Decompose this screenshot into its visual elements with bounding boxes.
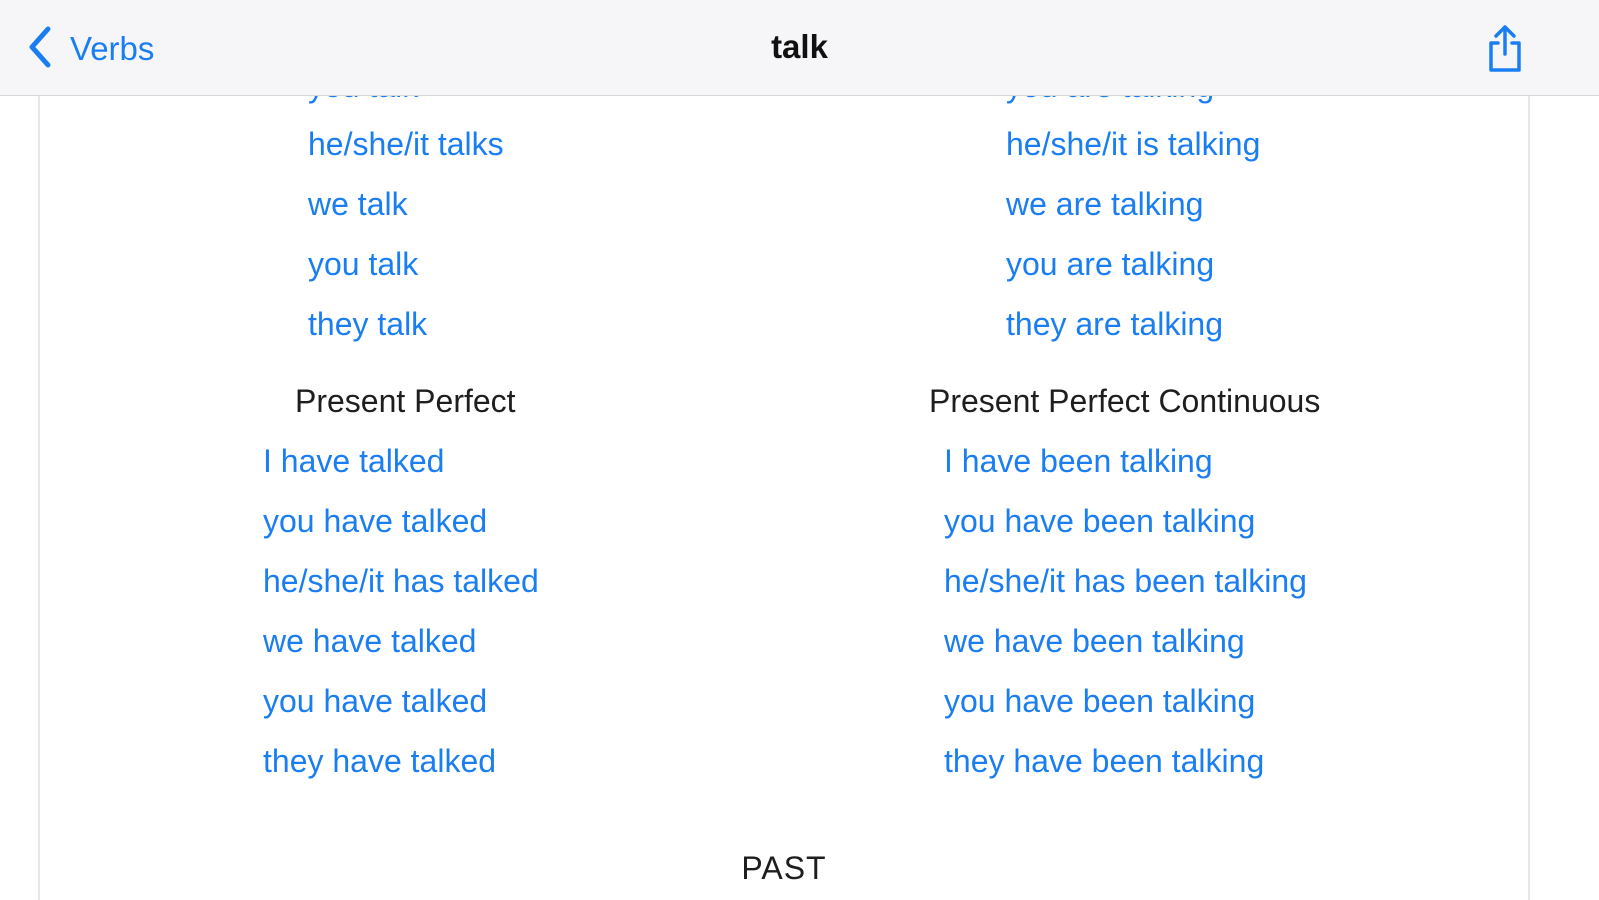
list-item[interactable]: you have been talking	[944, 681, 1255, 721]
list-item[interactable]: they talk	[308, 304, 427, 344]
page-title: talk	[771, 28, 828, 65]
list-item[interactable]: they are talking	[1006, 304, 1223, 344]
list-item[interactable]: they have talked	[263, 741, 496, 781]
navigation-bar: Verbs talk	[0, 0, 1599, 96]
list-item-clipped[interactable]: you talk	[308, 96, 418, 106]
tense-heading-present-perfect: Present Perfect	[295, 383, 516, 419]
list-item[interactable]: he/she/it talks	[308, 124, 504, 164]
list-item[interactable]: he/she/it is talking	[1006, 124, 1260, 164]
list-item-clipped[interactable]: you are talking	[1006, 96, 1214, 106]
list-item[interactable]: we have talked	[263, 621, 476, 661]
list-item[interactable]: I have been talking	[944, 441, 1213, 481]
list-item[interactable]: we talk	[308, 184, 408, 224]
section-heading-past: PAST	[741, 850, 827, 886]
list-item[interactable]: you have been talking	[944, 501, 1255, 541]
list-item[interactable]: he/she/it has been talking	[944, 561, 1307, 601]
list-item[interactable]: you have talked	[263, 501, 487, 541]
list-item[interactable]: you have talked	[263, 681, 487, 721]
list-item[interactable]: they have been talking	[944, 741, 1264, 781]
conjugation-sheet: you talk you are talking he/she/it talks…	[38, 96, 1530, 900]
list-item[interactable]: we have been talking	[944, 621, 1245, 661]
share-button[interactable]	[1485, 24, 1525, 74]
list-item[interactable]: we are talking	[1006, 184, 1203, 224]
list-item[interactable]: he/she/it has talked	[263, 561, 539, 601]
list-item[interactable]: I have talked	[263, 441, 444, 481]
share-icon	[1485, 25, 1525, 78]
tense-heading-present-perfect-continuous: Present Perfect Continuous	[929, 383, 1321, 419]
list-item[interactable]: you talk	[308, 244, 418, 284]
list-item[interactable]: you are talking	[1006, 244, 1214, 284]
